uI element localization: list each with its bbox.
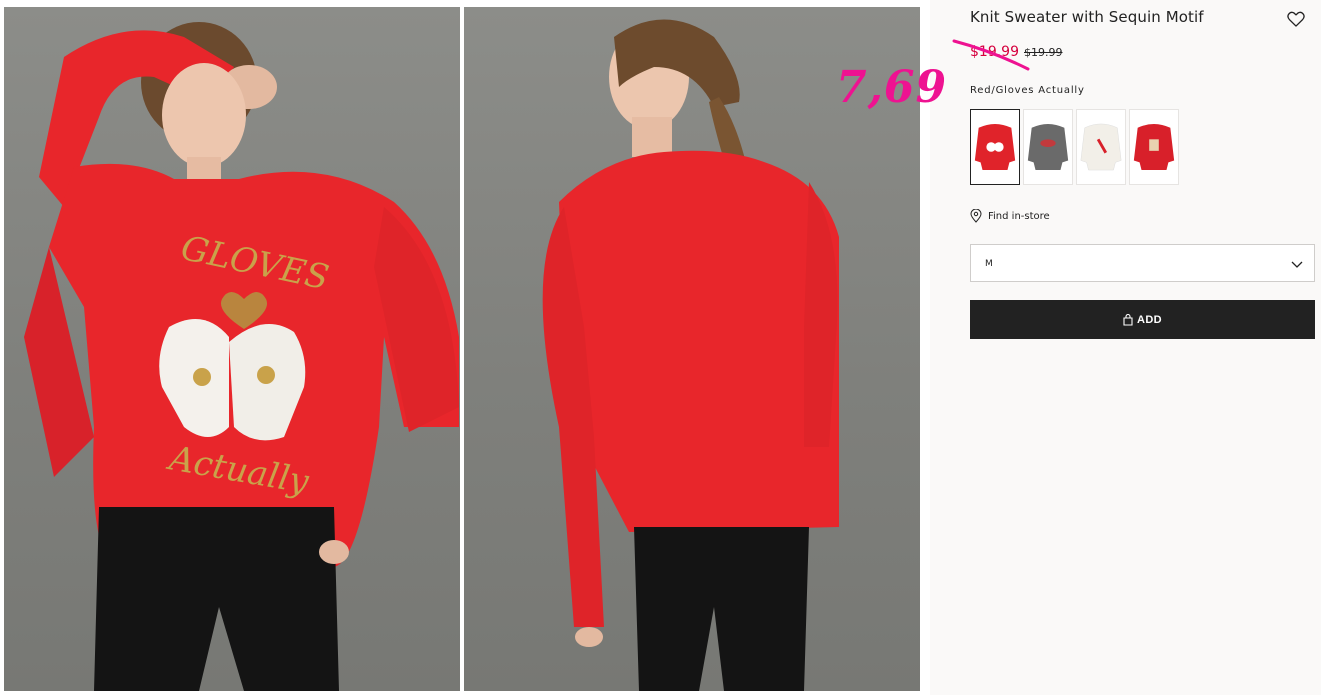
product-photo-front[interactable]: GLOVES Actually (4, 7, 460, 691)
price-strike-annotation (952, 39, 1030, 71)
color-swatch-dark-gray[interactable] (1023, 109, 1073, 185)
color-swatch-white[interactable] (1076, 109, 1126, 185)
color-swatch-red-gloves[interactable] (970, 109, 1020, 185)
handwritten-price-annotation: 7,69 (836, 62, 948, 113)
add-to-bag-button[interactable]: ADD (970, 300, 1315, 339)
swatch-sweater-thumb (1027, 123, 1069, 171)
location-pin-icon (970, 209, 982, 223)
size-select-value: M (985, 259, 993, 269)
find-in-store-label: Find in-store (988, 210, 1050, 222)
size-select[interactable]: M (970, 244, 1315, 282)
color-swatch-red[interactable] (1129, 109, 1179, 185)
selected-color-name: Red/Gloves Actually (970, 85, 1085, 96)
color-swatches (970, 109, 1179, 185)
heart-icon[interactable] (1286, 9, 1306, 29)
chevron-down-icon (1291, 261, 1303, 268)
shopping-bag-icon (1123, 313, 1133, 326)
product-title: Knit Sweater with Sequin Motif (970, 8, 1204, 26)
add-button-label: ADD (1136, 313, 1163, 326)
swatch-sweater-thumb (1080, 123, 1122, 171)
find-in-store-link[interactable]: Find in-store (970, 209, 1050, 223)
product-details-panel: Knit Sweater with Sequin Motif $19.99 $1… (836, 0, 1321, 695)
model-front-illustration: GLOVES Actually (24, 22, 459, 691)
swatch-sweater-thumb (974, 123, 1016, 171)
product-gallery: GLOVES Actually (0, 0, 930, 695)
swatch-sweater-thumb (1133, 123, 1175, 171)
